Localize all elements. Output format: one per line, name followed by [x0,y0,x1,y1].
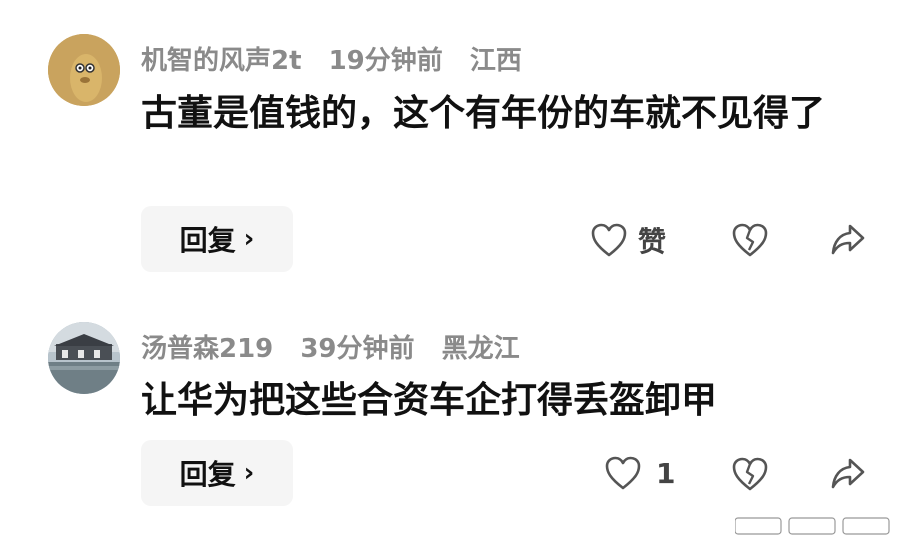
share-button[interactable] [830,222,866,256]
heart-outline-icon [605,456,641,490]
share-arrow-icon [831,458,865,489]
dislike-button[interactable] [731,456,769,492]
reply-button[interactable]: 回复 › [141,440,293,506]
location: 黑龙江 [441,334,520,364]
comment-meta: 汤普森219 39分钟前 黑龙江 [141,328,538,365]
timestamp: 19分钟前 [328,46,443,76]
cartoon-face-avatar-icon [48,34,120,106]
building-landscape-avatar-icon [48,322,120,394]
avatar[interactable] [48,34,120,106]
location: 江西 [469,46,522,76]
watermark-icon [735,517,890,535]
username[interactable]: 汤普森219 [141,334,273,364]
dislike-button[interactable] [731,222,769,258]
share-button[interactable] [830,456,866,490]
comment-meta: 机智的风声2t 19分钟前 江西 [141,40,540,77]
heart-outline-icon [591,223,627,257]
like-count: 1 [656,456,676,490]
avatar[interactable] [48,322,120,394]
like-label: 赞 [638,225,667,258]
reply-button[interactable]: 回复 › [141,206,293,272]
reply-label: 回复 [179,458,236,491]
chevron-right-icon: › [243,224,255,254]
reply-label: 回复 [179,224,236,257]
comment-text: 让华为把这些合资车企打得丢盔卸甲 [141,380,718,421]
broken-heart-icon [732,457,768,491]
broken-heart-icon [732,223,768,257]
chevron-right-icon: › [243,458,255,488]
username[interactable]: 机智的风声2t [141,46,302,76]
comment-text: 古董是值钱的，这个有年份的车就不见得了 [141,93,826,134]
share-arrow-icon [831,224,865,255]
like-button[interactable]: 赞 [590,220,666,260]
like-button[interactable]: 1 [604,455,675,491]
watermark-bar [735,516,895,536]
timestamp: 39分钟前 [300,334,415,364]
